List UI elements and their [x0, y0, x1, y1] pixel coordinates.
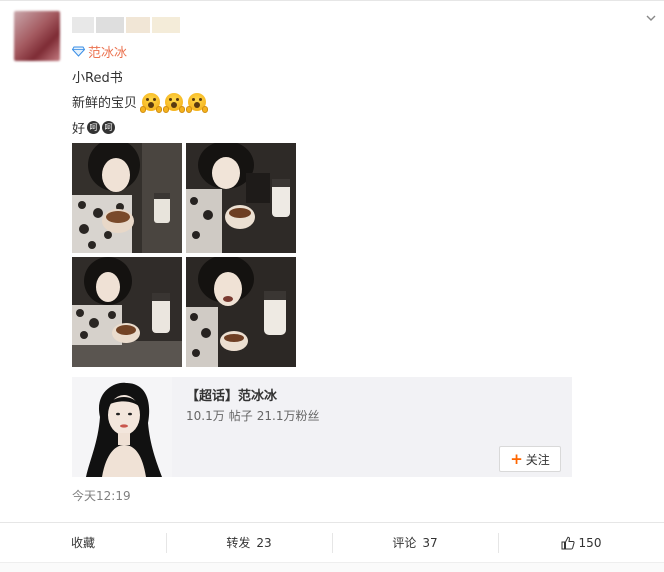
photo-thumbnail[interactable]	[186, 143, 296, 253]
follow-button[interactable]: + 关注	[499, 446, 561, 472]
super-topic-card[interactable]: 【超话】范冰冰 10.1万 帖子 21.1万粉丝 + 关注	[72, 377, 572, 477]
photo-thumbnail[interactable]	[72, 143, 182, 253]
like-count: 150	[578, 535, 602, 550]
photo-grid	[72, 143, 296, 367]
topic-post-label: 帖子	[228, 409, 253, 423]
topic-portrait-image[interactable]	[72, 377, 172, 477]
thumbs-up-icon	[561, 536, 575, 549]
topic-post-count: 10.1万	[186, 409, 225, 423]
comment-label: 评论	[392, 536, 417, 550]
comment-button[interactable]: 评论 37	[332, 523, 498, 562]
topic-title[interactable]: 【超话】范冰冰	[186, 385, 277, 404]
favorite-button[interactable]: 收藏	[0, 523, 166, 562]
repost-count: 23	[256, 535, 272, 550]
scream-emoji-icon	[140, 92, 163, 113]
topic-fans-count: 21.1万粉丝	[256, 409, 320, 423]
post-text: 小Red书	[72, 71, 123, 86]
weibo-post-card: 范冰冰 小Red书 新鲜的宝贝 好 呵 呵 【超话】范冰冰 10.1万 帖子 2…	[0, 0, 664, 572]
repost-label: 转发	[226, 536, 251, 550]
action-bar: 收藏 转发 23 评论 37 150	[0, 522, 664, 562]
author-name-link[interactable]: 范冰冰	[88, 42, 127, 61]
topic-stats: 10.1万 帖子 21.1万粉丝	[186, 407, 319, 424]
diamond-icon	[72, 46, 85, 57]
follow-label: 关注	[525, 452, 550, 467]
post-text-line: 好 呵 呵	[72, 118, 116, 137]
author-line: 范冰冰	[72, 42, 127, 61]
chevron-down-icon[interactable]	[644, 11, 658, 25]
hehe-emoji-icon: 呵	[87, 121, 101, 134]
comment-count: 37	[422, 535, 438, 550]
scream-emoji-icon	[163, 92, 186, 113]
like-button[interactable]: 150	[498, 523, 664, 562]
repost-button[interactable]: 转发 23	[166, 523, 332, 562]
photo-thumbnail[interactable]	[72, 257, 182, 367]
divider	[0, 562, 664, 572]
hehe-emoji-icon: 呵	[102, 121, 116, 134]
post-timestamp[interactable]: 今天12:19	[72, 487, 131, 504]
plus-icon: +	[510, 449, 523, 468]
post-text-line: 新鲜的宝贝	[72, 92, 209, 113]
favorite-label: 收藏	[70, 536, 95, 550]
post-text: 新鲜的宝贝	[72, 96, 138, 111]
avatar[interactable]	[14, 11, 60, 61]
post-text: 好	[72, 122, 86, 137]
scream-emoji-icon	[186, 92, 209, 113]
photo-thumbnail[interactable]	[186, 257, 296, 367]
post-text-line: 小Red书	[72, 67, 123, 86]
